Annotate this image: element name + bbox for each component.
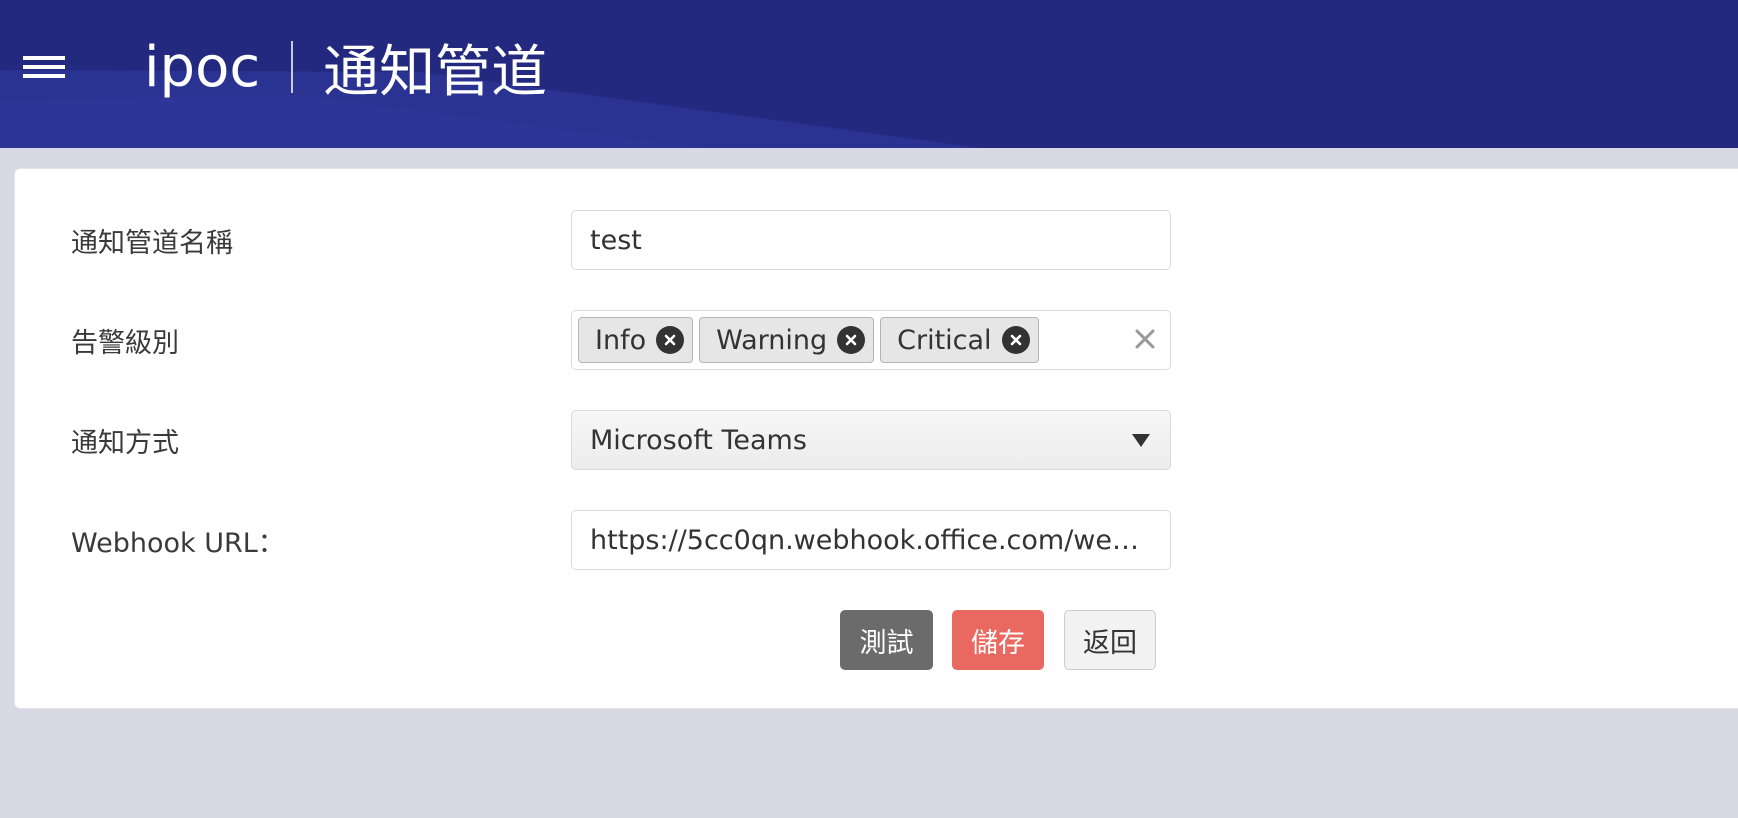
tag-label: Warning xyxy=(716,324,828,356)
webhook-url-field[interactable] xyxy=(571,510,1171,570)
channel-name-field[interactable] xyxy=(571,210,1171,270)
notify-method-label: 通知方式 xyxy=(71,428,179,459)
tag-critical: Critical xyxy=(880,317,1039,363)
circle-x-icon[interactable] xyxy=(1001,326,1030,354)
channel-name-input[interactable] xyxy=(572,211,1170,269)
page-title: 通知管道 xyxy=(323,39,548,105)
brand-name: ipoc xyxy=(144,34,261,100)
tag-warning: Warning xyxy=(699,317,875,363)
tag-label: Critical xyxy=(897,324,992,356)
tag-info: Info xyxy=(578,317,694,363)
notify-method-select[interactable]: Microsoft Teams xyxy=(571,410,1171,470)
notify-method-value: Microsoft Teams xyxy=(590,424,807,456)
severity-tag-list: Info Warning Critical xyxy=(572,311,1170,369)
webhook-url-label: Webhook URL： xyxy=(71,528,285,559)
circle-x-icon[interactable] xyxy=(656,326,685,354)
app-title: ipoc 通知管道 xyxy=(144,32,547,105)
close-icon[interactable] xyxy=(1132,326,1158,352)
severity-multiselect[interactable]: Info Warning Critical xyxy=(571,310,1171,370)
title-divider xyxy=(291,41,294,93)
save-button[interactable]: 儲存 xyxy=(952,610,1044,670)
webhook-url-input[interactable] xyxy=(572,511,1170,569)
app-header: ipoc 通知管道 xyxy=(0,0,1738,148)
tag-label: Info xyxy=(595,324,647,356)
test-button[interactable]: 測試 xyxy=(840,610,933,670)
back-button[interactable]: 返回 xyxy=(1064,610,1156,670)
circle-x-icon[interactable] xyxy=(837,326,866,354)
channel-name-label: 通知管道名稱 xyxy=(71,228,233,259)
severity-label: 告警級別 xyxy=(71,328,179,359)
menu-toggle-button[interactable] xyxy=(23,56,65,82)
caret-down-icon xyxy=(1132,433,1150,447)
hamburger-menu-icon xyxy=(23,56,65,60)
